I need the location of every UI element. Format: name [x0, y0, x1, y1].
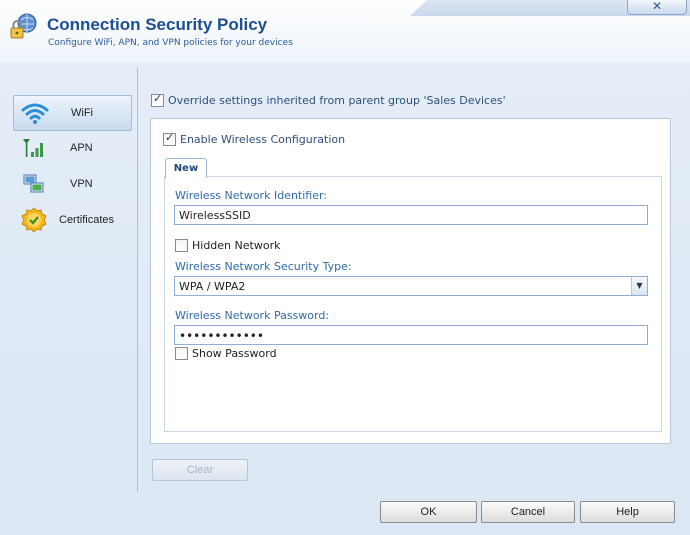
dialog-window: ✕ Connection Security Policy Configure W…	[0, 0, 690, 535]
enable-wireless-label: Enable Wireless Configuration	[180, 133, 346, 146]
close-button[interactable]: ✕	[627, 0, 687, 15]
sidebar-item-vpn[interactable]: VPN	[13, 167, 130, 201]
sidebar-item-label: APN	[70, 142, 93, 154]
security-type-label: Wireless Network Security Type:	[175, 260, 352, 273]
cancel-button[interactable]: Cancel	[481, 501, 575, 523]
tab-new[interactable]: New	[165, 158, 207, 178]
password-label: Wireless Network Password:	[175, 309, 330, 322]
sidebar-divider	[137, 68, 138, 492]
sidebar-item-wifi[interactable]: WiFi	[13, 95, 132, 131]
security-type-value: WPA / WPA2	[179, 280, 246, 293]
ok-button[interactable]: OK	[380, 501, 477, 523]
hidden-network-checkbox[interactable]	[175, 239, 188, 252]
sidebar-item-label: WiFi	[71, 107, 93, 119]
hidden-network-row[interactable]: Hidden Network	[175, 239, 280, 252]
ssid-label: Wireless Network Identifier:	[175, 189, 328, 202]
ssid-input[interactable]: WirelessSSID	[174, 205, 648, 225]
security-type-select[interactable]: WPA / WPA2 ▼	[174, 276, 648, 296]
sidebar-item-apn[interactable]: APN	[13, 131, 130, 165]
vpn-icon	[18, 170, 50, 198]
sidebar-item-label: Certificates	[59, 214, 115, 226]
override-checkbox[interactable]	[151, 92, 164, 107]
wifi-icon	[19, 99, 51, 127]
override-checkbox-row[interactable]: Override settings inherited from parent …	[151, 92, 506, 107]
show-password-checkbox[interactable]	[175, 347, 188, 360]
signal-bars-icon	[18, 134, 50, 162]
help-button[interactable]: Help	[580, 501, 675, 523]
security-policy-icon	[10, 13, 37, 39]
override-label: Override settings inherited from parent …	[168, 94, 506, 107]
sidebar-item-label: VPN	[70, 178, 93, 190]
hidden-network-label: Hidden Network	[192, 239, 281, 252]
show-password-row[interactable]: Show Password	[175, 347, 277, 360]
certificate-icon	[18, 206, 50, 234]
dialog-subtitle: Configure WiFi, APN, and VPN policies fo…	[48, 38, 293, 48]
clear-button[interactable]: Clear	[152, 459, 248, 481]
show-password-label: Show Password	[192, 347, 277, 360]
dialog-title: Connection Security Policy	[47, 15, 268, 34]
chevron-down-icon[interactable]: ▼	[631, 277, 647, 295]
enable-wireless-checkbox[interactable]	[163, 131, 176, 146]
enable-wireless-row[interactable]: Enable Wireless Configuration	[163, 131, 346, 146]
password-input[interactable]: ••••••••••••	[174, 325, 648, 345]
dialog-header: ✕ Connection Security Policy Configure W…	[0, 0, 690, 62]
sidebar-item-certificates[interactable]: Certificates	[13, 203, 130, 237]
